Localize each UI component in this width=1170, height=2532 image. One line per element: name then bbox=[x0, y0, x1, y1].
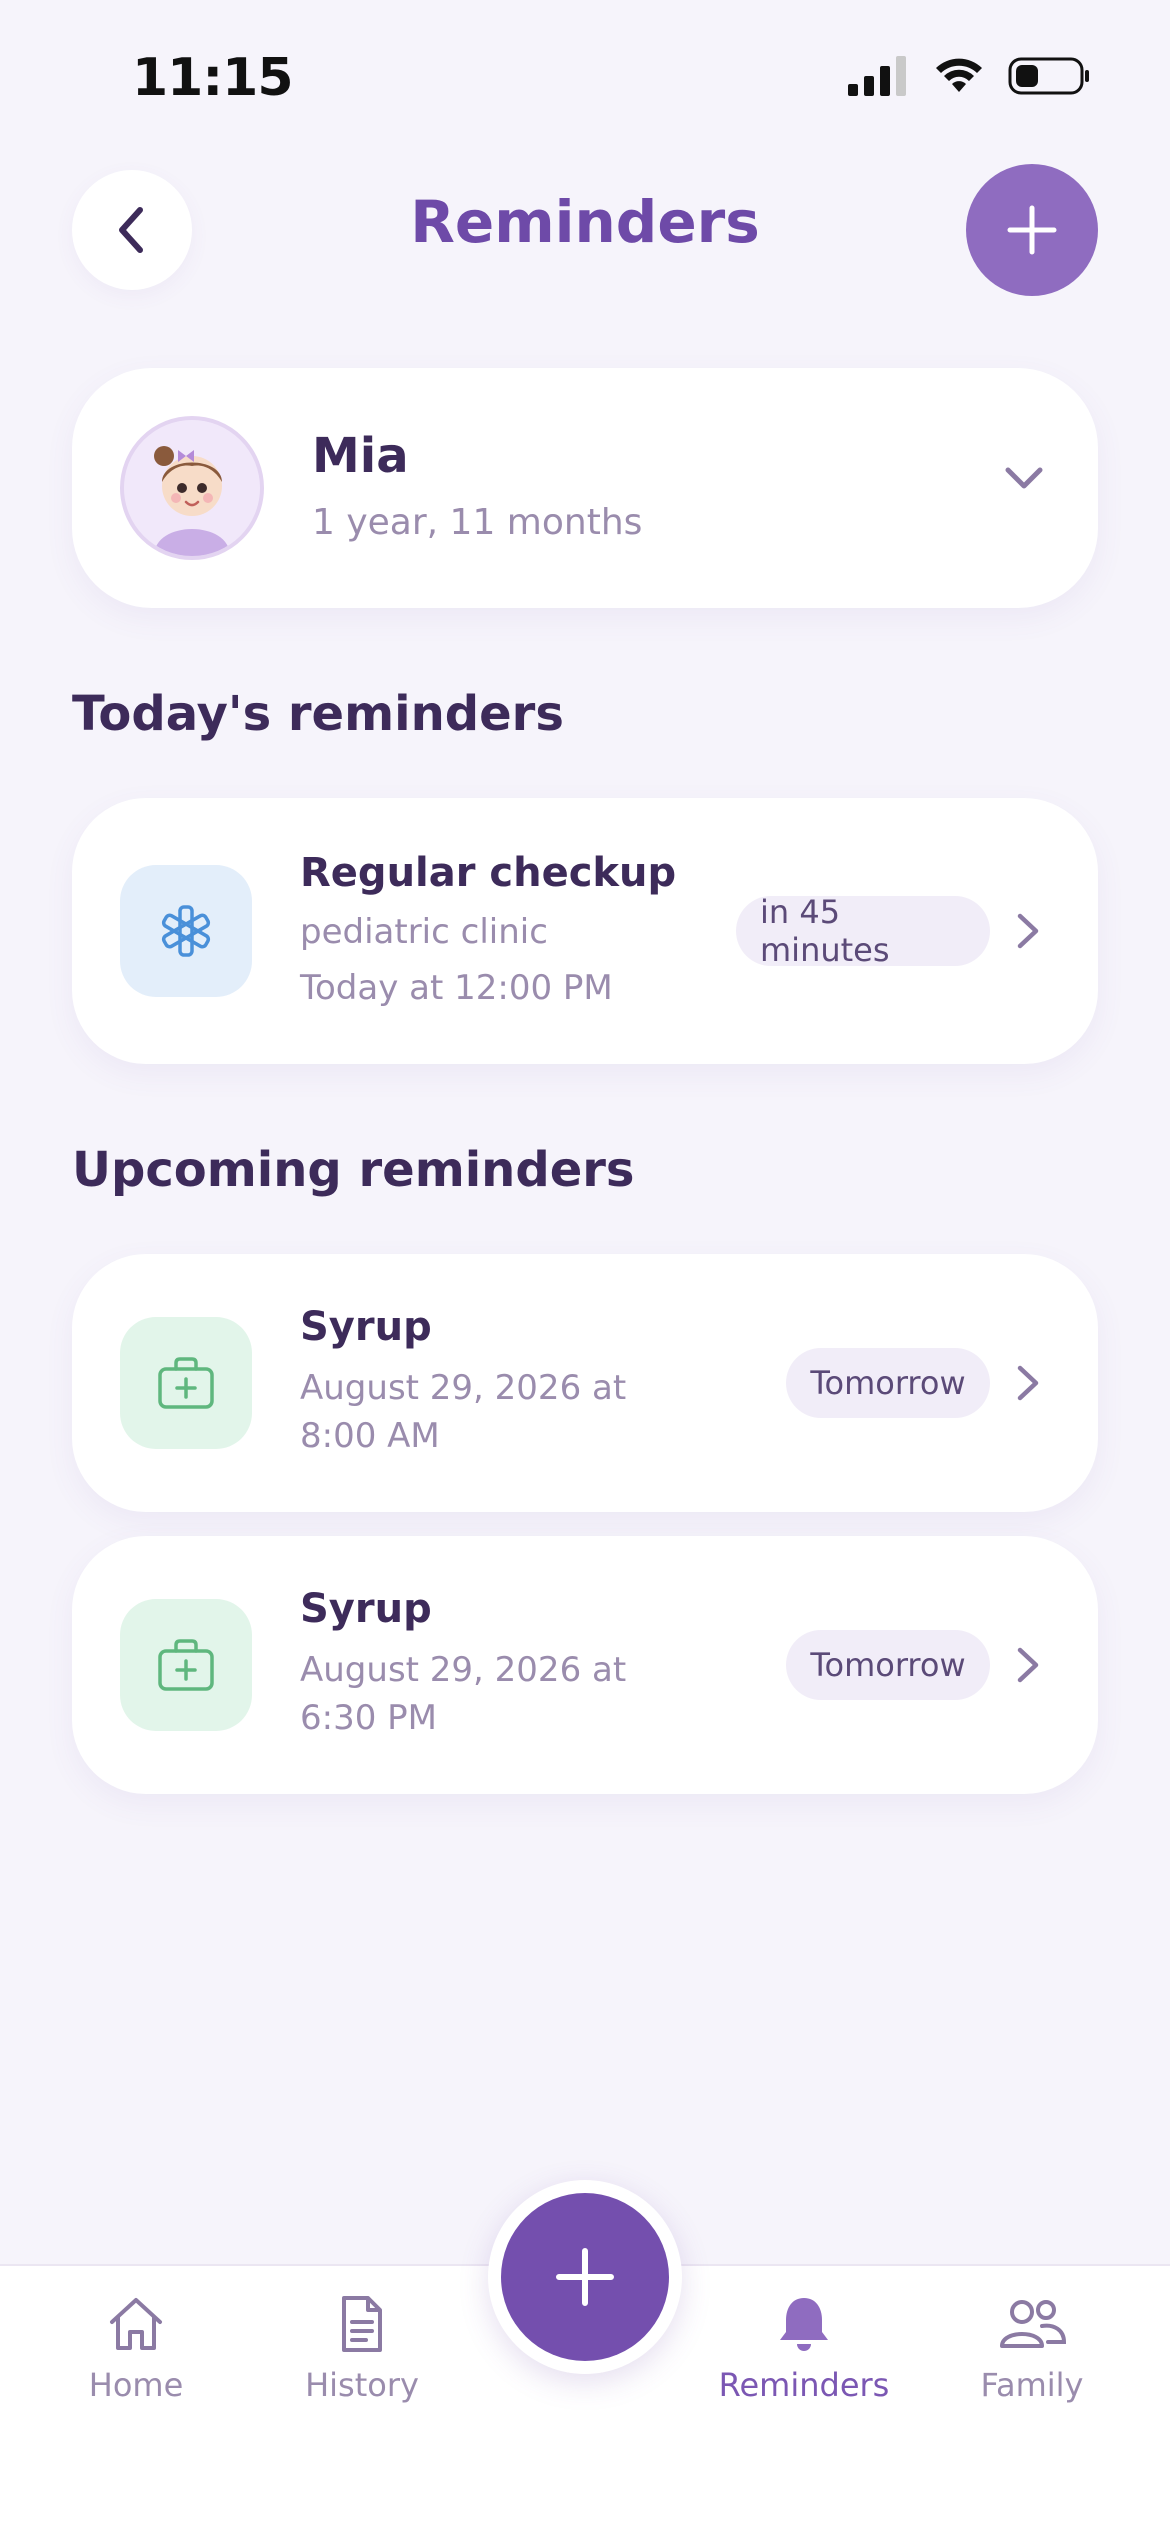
reminder-icon-tile bbox=[120, 1599, 252, 1731]
reminder-title: Syrup bbox=[300, 1586, 432, 1632]
upcoming-section-title: Upcoming reminders bbox=[72, 1142, 635, 1198]
child-selector[interactable]: Mia 1 year, 11 months bbox=[72, 368, 1098, 608]
nav-label: Home bbox=[88, 2366, 184, 2404]
child-name: Mia bbox=[312, 428, 409, 484]
quick-add-button-inner bbox=[501, 2193, 669, 2361]
reminder-location: pediatric clinic bbox=[300, 912, 548, 952]
avatar bbox=[120, 416, 264, 560]
reminder-icon-tile bbox=[120, 1317, 252, 1449]
reminder-card[interactable]: Syrup August 29, 2026 at 6:30 PM Tomorro… bbox=[72, 1536, 1098, 1794]
reminder-title: Syrup bbox=[300, 1304, 432, 1350]
quick-add-button[interactable] bbox=[488, 2180, 682, 2374]
nav-item-family[interactable]: Family bbox=[932, 2292, 1132, 2404]
medical-asterisk-icon bbox=[161, 905, 211, 957]
reminder-icon-tile bbox=[120, 865, 252, 997]
family-icon bbox=[1000, 2300, 1067, 2348]
time-badge: Tomorrow bbox=[786, 1630, 990, 1700]
reminder-time: Today at 12:00 PM bbox=[300, 968, 613, 1008]
reminder-date: August 29, 2026 at bbox=[300, 1368, 627, 1408]
chevron-right-icon bbox=[1017, 913, 1039, 949]
status-time: 11:15 bbox=[132, 48, 294, 108]
chevron-right-icon bbox=[1017, 1647, 1039, 1683]
medicine-kit-icon bbox=[158, 1357, 214, 1409]
reminder-card[interactable]: Regular checkup pediatric clinic Today a… bbox=[72, 798, 1098, 1064]
document-icon bbox=[342, 2296, 382, 2352]
signal-icon bbox=[848, 56, 906, 96]
reminder-card[interactable]: Syrup August 29, 2026 at 8:00 AM Tomorro… bbox=[72, 1254, 1098, 1512]
nav-item-home[interactable]: Home bbox=[36, 2292, 236, 2404]
battery-icon bbox=[1008, 57, 1089, 95]
plus-icon bbox=[556, 2248, 614, 2306]
time-badge: Tomorrow bbox=[786, 1348, 990, 1418]
chevron-right-icon bbox=[1017, 1365, 1039, 1401]
status-icons bbox=[848, 56, 1090, 96]
today-section-title: Today's reminders bbox=[72, 686, 564, 742]
medicine-kit-icon bbox=[158, 1639, 214, 1691]
reminder-date: August 29, 2026 at bbox=[300, 1650, 627, 1690]
plus-icon bbox=[1007, 205, 1057, 255]
nav-label: Family bbox=[980, 2366, 1084, 2404]
child-age: 1 year, 11 months bbox=[312, 502, 643, 543]
time-badge: in 45 minutes bbox=[736, 893, 990, 969]
reminder-title: Regular checkup bbox=[300, 850, 677, 896]
add-reminder-button[interactable] bbox=[966, 164, 1098, 296]
bell-icon bbox=[780, 2298, 828, 2351]
nav-item-history[interactable]: History bbox=[262, 2292, 462, 2404]
nav-item-reminders[interactable]: Reminders bbox=[704, 2292, 904, 2404]
nav-label: History bbox=[305, 2366, 419, 2404]
reminders-screen: 11:15 Reminders Mia 1 year, 11 months To… bbox=[0, 0, 1170, 2532]
reminder-time: 6:30 PM bbox=[300, 1698, 437, 1738]
nav-label: Reminders bbox=[718, 2366, 890, 2404]
reminder-time: 8:00 AM bbox=[300, 1416, 440, 1456]
wifi-icon bbox=[936, 58, 982, 92]
home-icon bbox=[110, 2298, 162, 2350]
chevron-down-icon bbox=[1005, 467, 1043, 489]
